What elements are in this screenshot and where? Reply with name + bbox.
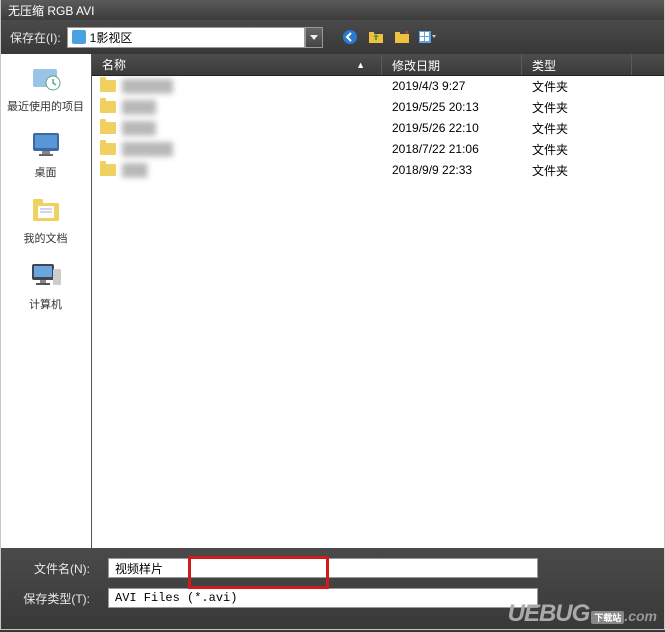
table-row[interactable]: ████ 2019/5/25 20:13 文件夹 <box>92 97 665 118</box>
filename-input[interactable] <box>108 558 538 578</box>
sidebar-item-recent[interactable]: 最近使用的项目 <box>2 60 90 114</box>
sidebar-item-documents[interactable]: 我的文档 <box>2 192 90 246</box>
column-header: 名称 ▲ 修改日期 类型 <box>92 54 665 76</box>
cell-date: 2019/4/3 9:27 <box>382 79 522 93</box>
file-list[interactable]: ██████ 2019/4/3 9:27 文件夹 ████ 2019/5/25 … <box>92 76 665 548</box>
cell-type: 文件夹 <box>522 99 632 116</box>
cell-date: 2018/9/9 22:33 <box>382 163 522 177</box>
folder-blue-icon <box>72 30 86 44</box>
cell-type: 文件夹 <box>522 162 632 179</box>
watermark-tag: 下载站 <box>591 611 624 624</box>
recent-icon <box>28 60 64 96</box>
column-type[interactable]: 类型 <box>522 54 632 75</box>
sort-asc-icon: ▲ <box>356 60 365 70</box>
file-name-blurred: ███ <box>122 163 148 177</box>
watermark-brand: UEBUG <box>508 600 590 628</box>
cell-type: 文件夹 <box>522 120 632 137</box>
cell-type: 文件夹 <box>522 78 632 95</box>
table-row[interactable]: ███ 2018/9/9 22:33 文件夹 <box>92 160 665 181</box>
sidebar-label: 最近使用的项目 <box>2 98 90 114</box>
folder-icon <box>100 164 116 176</box>
column-date[interactable]: 修改日期 <box>382 54 522 75</box>
table-row[interactable]: ██████ 2019/4/3 9:27 文件夹 <box>92 76 665 97</box>
computer-icon <box>28 258 64 294</box>
window-title: 无压缩 RGB AVI <box>8 4 94 18</box>
filename-label: 文件名(N): <box>10 560 90 577</box>
cell-date: 2019/5/26 22:10 <box>382 121 522 135</box>
folder-icon <box>100 101 116 113</box>
new-folder-icon[interactable]: * <box>393 28 411 46</box>
filetype-label: 保存类型(T): <box>10 590 90 607</box>
path-text: 1影视区 <box>90 29 133 46</box>
documents-icon <box>28 192 64 228</box>
file-name-blurred: ██████ <box>122 79 173 93</box>
path-dropdown-button[interactable] <box>305 27 323 48</box>
toolbar: 保存在(I): 1影视区 * <box>0 20 665 54</box>
table-row[interactable]: ████ 2019/5/26 22:10 文件夹 <box>92 118 665 139</box>
sidebar-item-desktop[interactable]: 桌面 <box>2 126 90 180</box>
file-name-blurred: ████ <box>122 100 156 114</box>
places-sidebar: 最近使用的项目 桌面 我的文档 计算机 <box>0 54 92 548</box>
back-icon[interactable] <box>341 28 359 46</box>
titlebar: 无压缩 RGB AVI <box>0 0 665 20</box>
view-mode-icon[interactable] <box>419 28 437 46</box>
file-name-blurred: ██████ <box>122 142 173 156</box>
cell-date: 2018/7/22 21:06 <box>382 142 522 156</box>
up-folder-icon[interactable] <box>367 28 385 46</box>
table-row[interactable]: ██████ 2018/7/22 21:06 文件夹 <box>92 139 665 160</box>
path-input[interactable]: 1影视区 <box>67 27 305 48</box>
filetype-combo[interactable] <box>108 588 538 608</box>
sidebar-label: 计算机 <box>2 296 90 312</box>
path-combo[interactable]: 1影视区 <box>67 27 323 48</box>
cell-date: 2019/5/25 20:13 <box>382 100 522 114</box>
watermark-suffix: .com <box>624 608 657 624</box>
sidebar-label: 我的文档 <box>2 230 90 246</box>
cell-type: 文件夹 <box>522 141 632 158</box>
sidebar-label: 桌面 <box>2 164 90 180</box>
folder-icon <box>100 143 116 155</box>
sidebar-item-computer[interactable]: 计算机 <box>2 258 90 312</box>
file-content: 名称 ▲ 修改日期 类型 ██████ 2019/4/3 9:27 文件夹 ██… <box>92 54 665 548</box>
save-in-label: 保存在(I): <box>10 29 61 46</box>
folder-icon <box>100 122 116 134</box>
folder-icon <box>100 80 116 92</box>
watermark: UEBUG 下载站 .com <box>508 600 657 628</box>
file-name-blurred: ████ <box>122 121 156 135</box>
svg-text:*: * <box>405 29 409 39</box>
desktop-icon <box>28 126 64 162</box>
column-name[interactable]: 名称 ▲ <box>92 54 382 75</box>
